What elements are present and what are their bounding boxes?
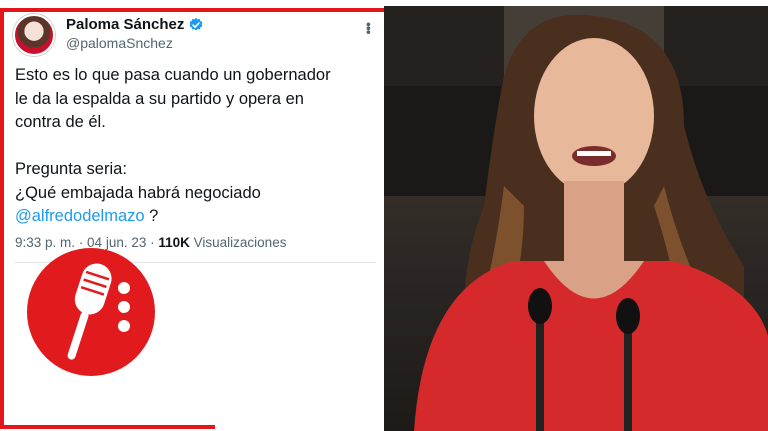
tweet-mention-line: @alfredodelmazo ? xyxy=(15,205,375,229)
more-vertical-icon[interactable]: ••• xyxy=(361,22,377,34)
verified-badge-icon xyxy=(189,17,203,30)
tweet-line: ¿Qué embajada habrá negociado xyxy=(15,183,261,202)
tweet-text: Esto es lo que pasa cuando un gobernador… xyxy=(15,64,375,229)
red-frame-bottom xyxy=(0,425,215,429)
tweet-line: Esto es lo que pasa cuando un gobernador xyxy=(15,66,331,84)
tweet-line: Pregunta seria: xyxy=(15,160,127,178)
avatar[interactable] xyxy=(13,14,55,56)
views-label: Visualizaciones xyxy=(189,235,287,250)
tweet-line: le da la espalda a su partido y opera en xyxy=(15,89,304,108)
tweet-line: contra de él. xyxy=(15,113,106,131)
tweet-card: Paloma Sánchez @palomaSnchez ••• Esto es… xyxy=(4,12,382,263)
author-row: Paloma Sánchez xyxy=(66,16,204,33)
display-name[interactable]: Paloma Sánchez xyxy=(66,16,184,33)
microphone-logo xyxy=(27,248,155,376)
views-count: 110K xyxy=(158,235,190,250)
speaker-photo xyxy=(384,6,768,431)
mention-link[interactable]: @alfredodelmazo xyxy=(15,207,145,225)
handle[interactable]: @palomaSnchez xyxy=(66,35,173,51)
woman-speaking-at-podium-photo xyxy=(384,6,768,431)
microphone-icon xyxy=(67,263,130,360)
tweet-text-end: ? xyxy=(144,207,159,225)
